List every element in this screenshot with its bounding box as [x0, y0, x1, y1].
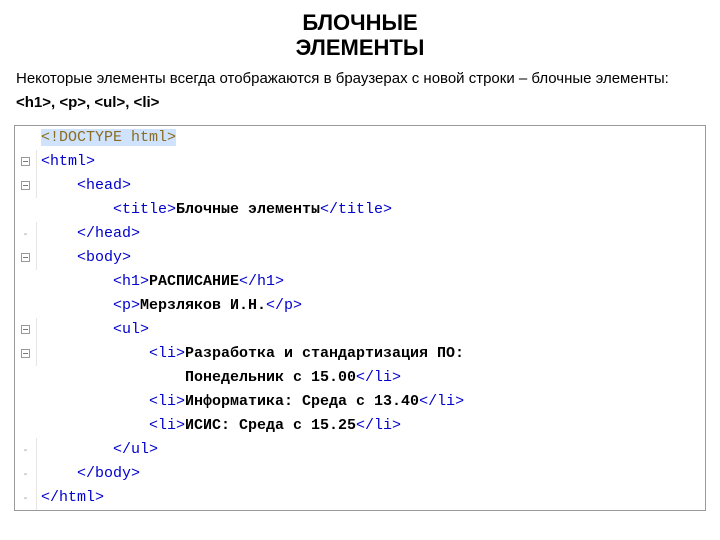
code-cell: <li>Информатика: Среда с 13.40</li> [37, 390, 705, 414]
p-close: </p> [266, 297, 302, 314]
li2-text: Информатика: Среда с 13.40 [185, 393, 419, 410]
li1b-text: Понедельник с 15.00 [185, 369, 356, 386]
h1-open: <h1> [113, 273, 149, 290]
head-close: </head> [77, 225, 140, 242]
code-cell: </head> [37, 222, 705, 246]
code-line: <li>ИСИС: Среда с 15.25</li> [15, 414, 705, 438]
code-line: <title>Блочные элементы</title> [15, 198, 705, 222]
title-line-2: ЭЛЕМЕНТЫ [296, 35, 425, 60]
gutter-cell: - [15, 462, 37, 486]
code-cell: </ul> [37, 438, 705, 462]
code-cell: <p>Мерзляков И.Н.</p> [37, 294, 705, 318]
html-close: </html> [41, 489, 104, 506]
code-line: - </ul> [15, 438, 705, 462]
gutter-cell: - [15, 438, 37, 462]
p-open: <p> [113, 297, 140, 314]
intro-text: Некоторые элементы всегда отображаются в… [16, 70, 669, 87]
li-open-3: <li> [149, 417, 185, 434]
body-close: </body> [77, 465, 140, 482]
code-line: <ul> [15, 318, 705, 342]
title-close: </title> [320, 201, 392, 218]
code-cell: <body> [37, 246, 705, 270]
code-cell: <h1>РАСПИСАНИЕ</h1> [37, 270, 705, 294]
html-open: <html> [41, 153, 95, 170]
head-open: <head> [77, 177, 131, 194]
h1-close: </h1> [239, 273, 284, 290]
code-line: - </html> [15, 486, 705, 510]
fold-marker[interactable] [15, 174, 37, 198]
fold-marker[interactable] [15, 318, 37, 342]
li3-text: ИСИС: Среда с 15.25 [185, 417, 356, 434]
doctype-tag: <!DOCTYPE html> [41, 129, 176, 146]
code-cell: </html> [37, 486, 705, 510]
code-line: <h1>РАСПИСАНИЕ</h1> [15, 270, 705, 294]
code-line: <html> [15, 150, 705, 174]
code-line: <!DOCTYPE html> [15, 126, 705, 150]
intro-paragraph: Некоторые элементы всегда отображаются в… [16, 67, 706, 115]
h1-text: РАСПИСАНИЕ [149, 273, 239, 290]
code-cell: <ul> [37, 318, 705, 342]
code-cell: <li>Разработка и стандартизация ПО: [37, 342, 705, 366]
code-cell: <title>Блочные элементы</title> [37, 198, 705, 222]
title-open: <title> [113, 201, 176, 218]
code-line: <li>Информатика: Среда с 13.40</li> [15, 390, 705, 414]
li-open-2: <li> [149, 393, 185, 410]
code-cell: <html> [37, 150, 705, 174]
code-line: - </body> [15, 462, 705, 486]
code-cell: <head> [37, 174, 705, 198]
gutter-cell: - [15, 222, 37, 246]
code-line: <body> [15, 246, 705, 270]
minus-icon [21, 325, 30, 334]
code-line: <li>Разработка и стандартизация ПО: [15, 342, 705, 366]
li-close-2: </li> [419, 393, 464, 410]
li-open: <li> [149, 345, 185, 362]
minus-icon [21, 181, 30, 190]
code-line: - </head> [15, 222, 705, 246]
minus-icon [21, 349, 30, 358]
gutter-cell: - [15, 486, 37, 510]
intro-tags: <h1>, <p>, <ul>, <li> [16, 94, 159, 111]
li-close-3: </li> [356, 417, 401, 434]
p-text: Мерзляков И.Н. [140, 297, 266, 314]
code-line: <head> [15, 174, 705, 198]
slide-title: БЛОЧНЫЕ ЭЛЕМЕНТЫ [230, 10, 490, 61]
code-cell: <li>ИСИС: Среда с 15.25</li> [37, 414, 705, 438]
code-cell: <!DOCTYPE html> [37, 126, 705, 150]
fold-marker[interactable] [15, 150, 37, 174]
li-close: </li> [356, 369, 401, 386]
ul-open: <ul> [113, 321, 149, 338]
title-line-1: БЛОЧНЫЕ [302, 10, 417, 35]
code-editor: <!DOCTYPE html> <html> <head> <title>Бло… [14, 125, 706, 511]
fold-marker[interactable] [15, 342, 37, 366]
minus-icon [21, 157, 30, 166]
body-open: <body> [77, 249, 131, 266]
fold-marker[interactable] [15, 246, 37, 270]
code-cell: Понедельник с 15.00</li> [37, 366, 705, 390]
title-text: Блочные элементы [176, 201, 320, 218]
code-cell: </body> [37, 462, 705, 486]
code-line: <p>Мерзляков И.Н.</p> [15, 294, 705, 318]
ul-close: </ul> [113, 441, 158, 458]
li1a-text: Разработка и стандартизация ПО: [185, 345, 464, 362]
minus-icon [21, 253, 30, 262]
code-line: Понедельник с 15.00</li> [15, 366, 705, 390]
